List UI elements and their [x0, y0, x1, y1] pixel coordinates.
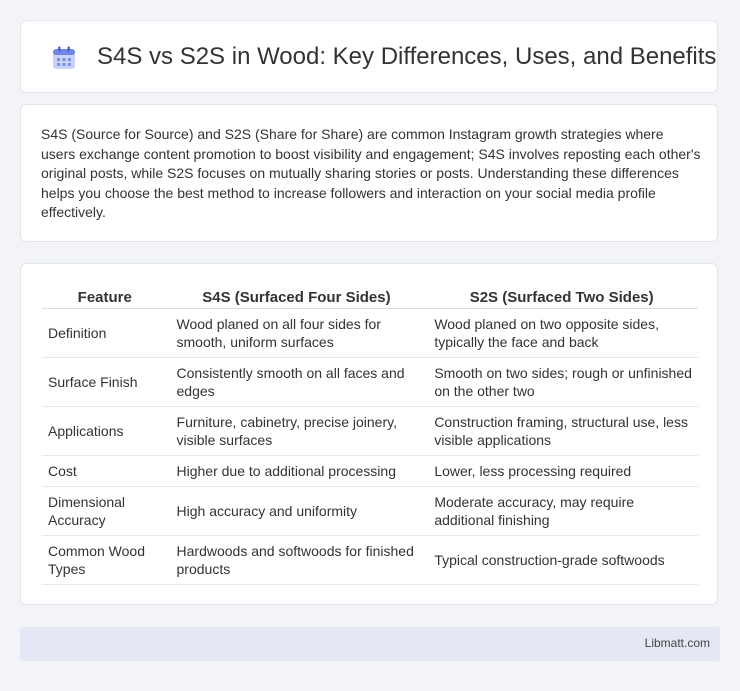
- footer-site-link[interactable]: Libmatt.com: [645, 636, 710, 650]
- feature-cell: Common Wood Types: [42, 535, 168, 585]
- feature-cell: Surface Finish: [42, 357, 168, 407]
- feature-cell: Cost: [42, 455, 168, 487]
- s2s-cell: Lower, less processing required: [425, 455, 698, 487]
- feature-cell: Applications: [42, 406, 168, 456]
- feature-cell: Dimensional Accuracy: [42, 486, 168, 536]
- table-header-row: Feature S4S (Surfaced Four Sides) S2S (S…: [42, 286, 698, 309]
- s2s-cell: Typical construction-grade softwoods: [425, 535, 698, 585]
- comparison-card: Feature S4S (Surfaced Four Sides) S2S (S…: [20, 263, 718, 605]
- table-row: Applications Furniture, cabinetry, preci…: [42, 406, 698, 456]
- table-row: Dimensional Accuracy High accuracy and u…: [42, 486, 698, 536]
- table-row: Cost Higher due to additional processing…: [42, 455, 698, 487]
- s4s-cell: Consistently smooth on all faces and edg…: [167, 357, 426, 407]
- title-card: S4S vs S2S in Wood: Key Differences, Use…: [20, 20, 718, 93]
- calendar-icon: [53, 46, 75, 69]
- footer-bar: Libmatt.com: [20, 627, 720, 661]
- s2s-cell: Smooth on two sides; rough or unfinished…: [425, 357, 698, 407]
- table-row: Definition Wood planed on all four sides…: [42, 308, 698, 358]
- header-s2s: S2S (Surfaced Two Sides): [425, 286, 698, 309]
- s4s-cell: Higher due to additional processing: [167, 455, 426, 487]
- s2s-cell: Moderate accuracy, may require additiona…: [425, 486, 698, 536]
- s4s-cell: High accuracy and uniformity: [167, 486, 426, 536]
- comparison-table: Feature S4S (Surfaced Four Sides) S2S (S…: [42, 286, 698, 585]
- table-row: Common Wood Types Hardwoods and softwood…: [42, 535, 698, 585]
- intro-card: S4S (Source for Source) and S2S (Share f…: [20, 104, 718, 242]
- s4s-cell: Furniture, cabinetry, precise joinery, v…: [167, 406, 426, 456]
- intro-paragraph: S4S (Source for Source) and S2S (Share f…: [41, 126, 701, 220]
- table-row: Surface Finish Consistently smooth on al…: [42, 357, 698, 407]
- s4s-cell: Wood planed on all four sides for smooth…: [167, 308, 426, 358]
- feature-cell: Definition: [42, 308, 168, 358]
- header-s4s: S4S (Surfaced Four Sides): [167, 286, 426, 309]
- s2s-cell: Wood planed on two opposite sides, typic…: [425, 308, 698, 358]
- header-feature: Feature: [42, 286, 168, 309]
- s2s-cell: Construction framing, structural use, le…: [425, 406, 698, 456]
- s4s-cell: Hardwoods and softwoods for finished pro…: [167, 535, 426, 585]
- page-title: S4S vs S2S in Wood: Key Differences, Use…: [97, 43, 717, 70]
